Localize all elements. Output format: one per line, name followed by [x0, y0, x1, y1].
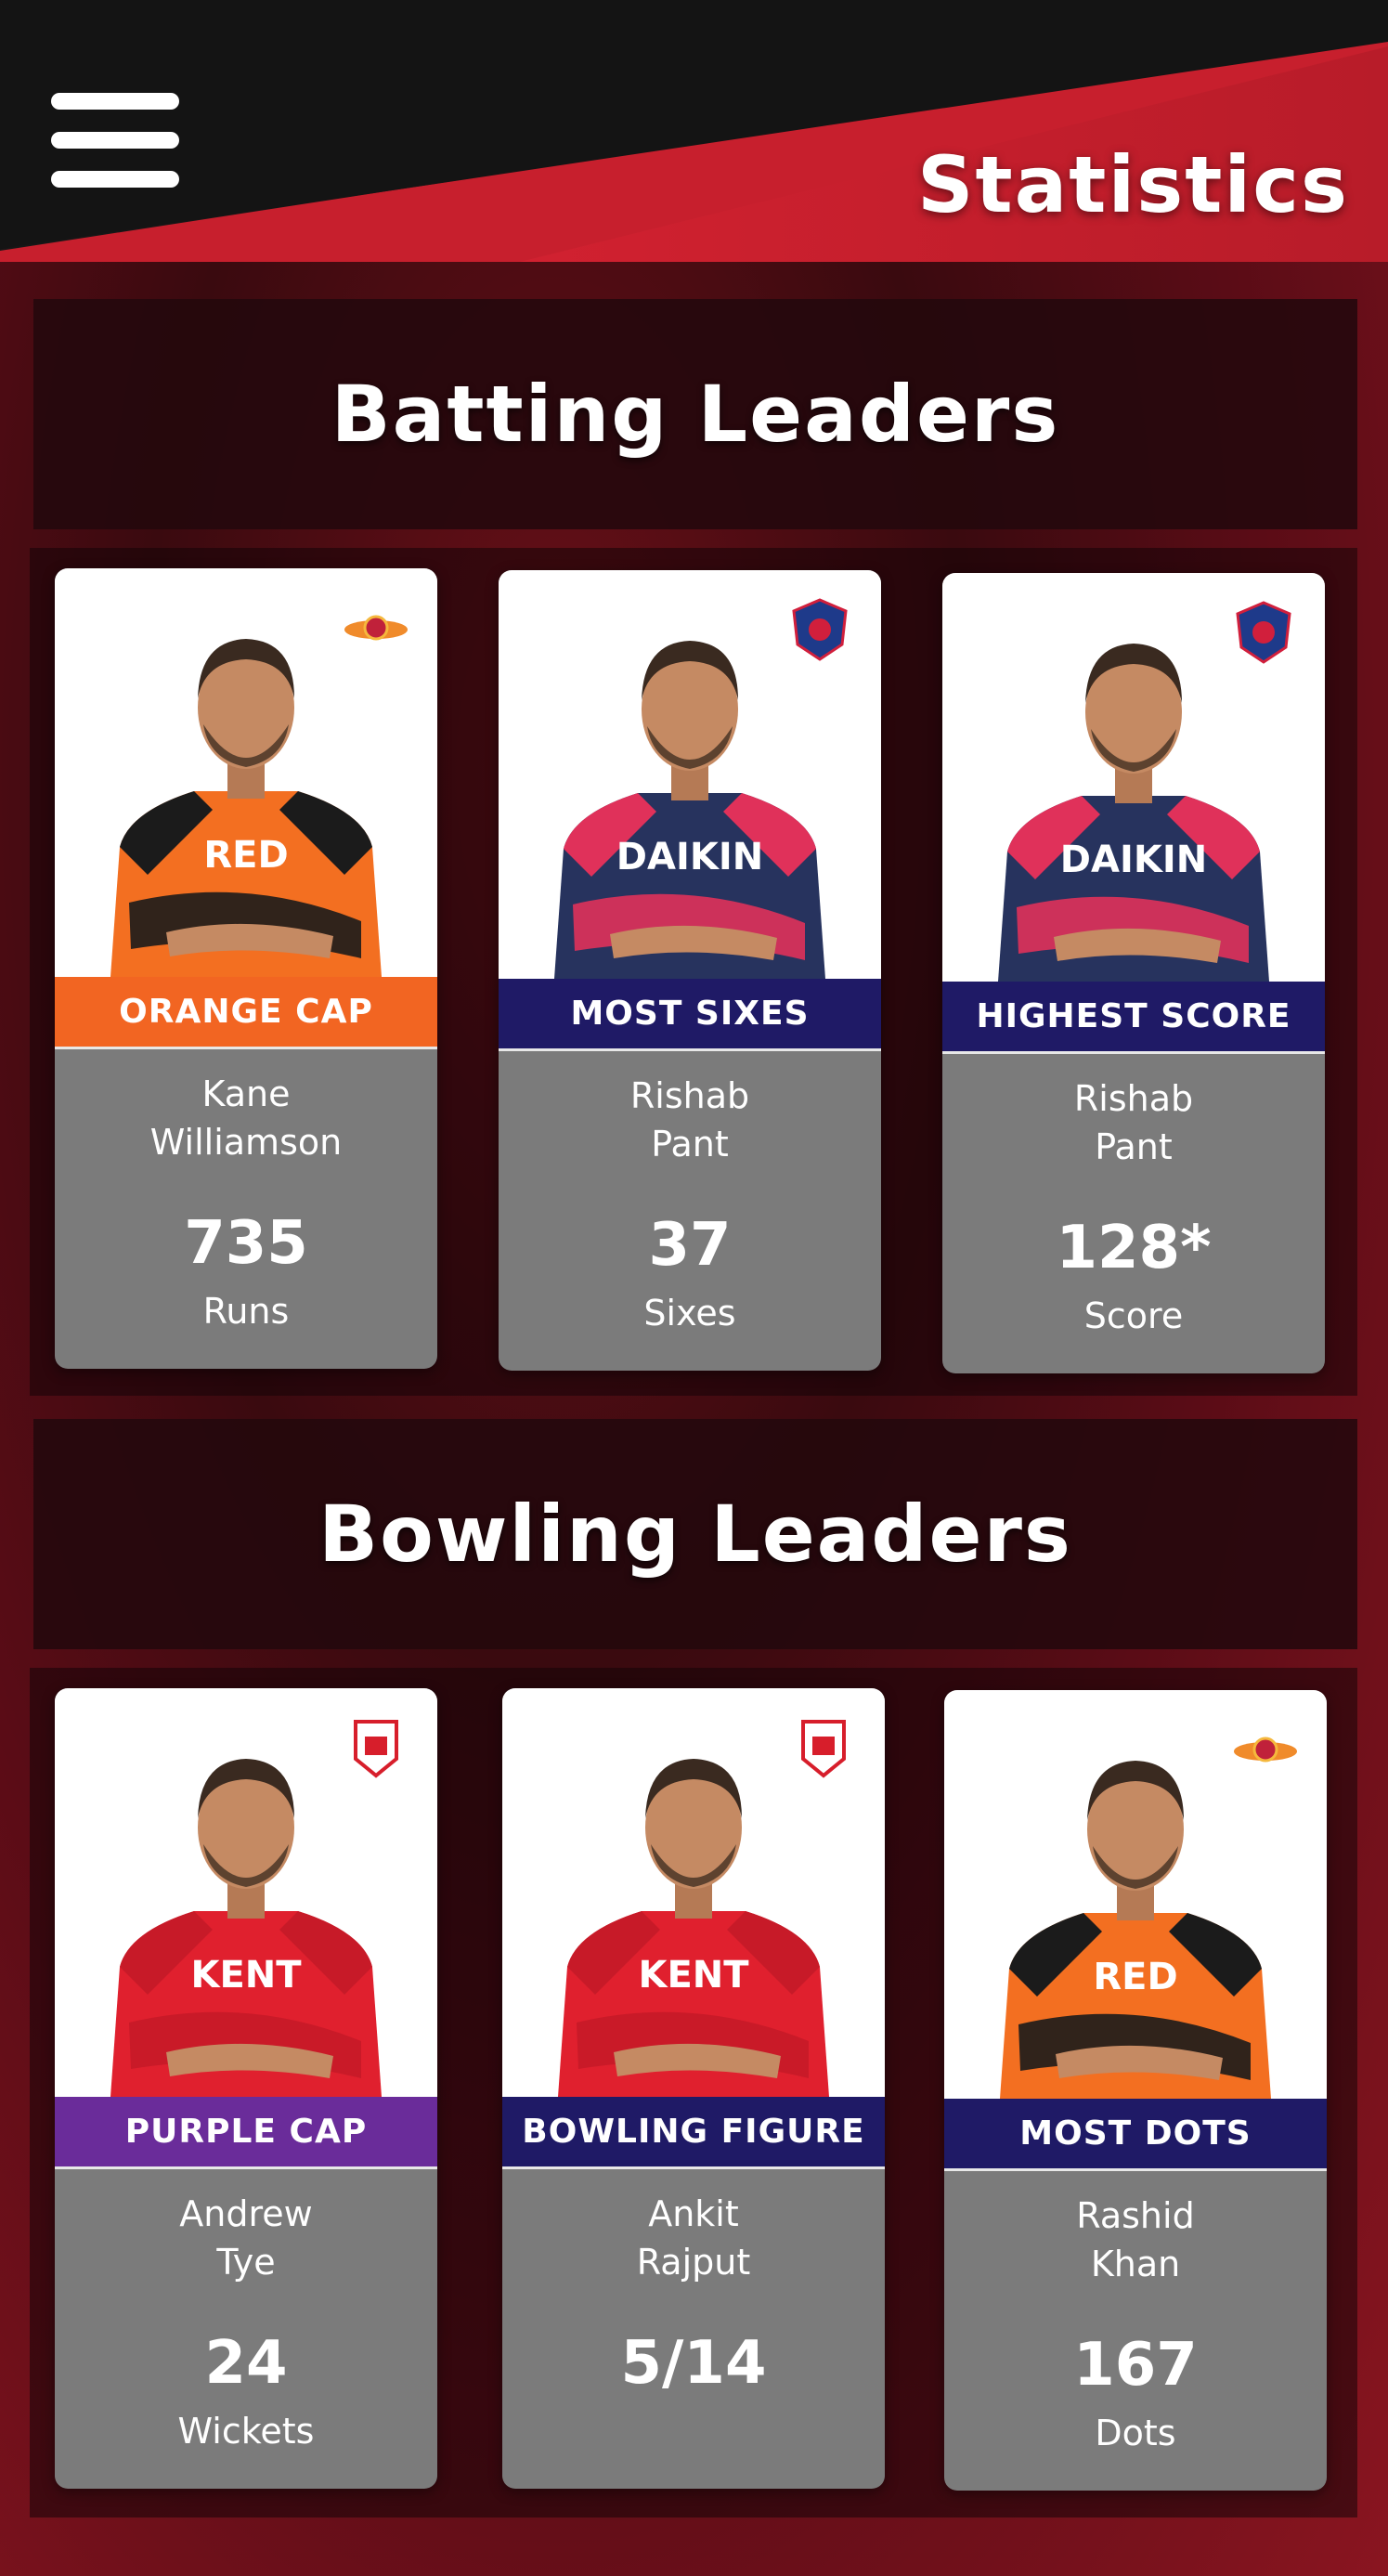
player-name: Rishab Pant	[1073, 1078, 1194, 1167]
player-photo-frame: KENT	[55, 1688, 437, 2097]
player-photo-frame: DAIKIN	[499, 570, 881, 979]
stat-value: 37	[648, 1211, 732, 1280]
stat-unit: Wickets	[177, 2411, 315, 2452]
jersey-sponsor-text: KENT	[638, 1954, 749, 1997]
player-photo-frame: RED	[55, 568, 437, 977]
leader-card[interactable]: RED MOST DOTS Rashid Khan 167 Dots	[944, 1690, 1327, 2491]
category-label: HIGHEST SCORE	[942, 982, 1325, 1054]
player-name: Rishab Pant	[629, 1075, 750, 1164]
page-title: Statistics	[916, 139, 1349, 230]
jersey-sponsor-text: RED	[1093, 1956, 1177, 1998]
sunrisers-logo-icon	[1234, 1737, 1297, 1763]
player-photo-frame: KENT	[502, 1688, 885, 2097]
stat-value: 128*	[1056, 1214, 1212, 1282]
bowling-leaders-heading: Bowling Leaders	[33, 1419, 1357, 1649]
stat-value: 24	[204, 2329, 288, 2398]
leader-card[interactable]: KENT PURPLE CAP Andrew Tye 24 Wickets	[55, 1688, 437, 2489]
sunrisers-logo-icon	[344, 615, 408, 641]
kings-xi-logo-icon	[354, 1720, 398, 1778]
jersey-sponsor-text: DAIKIN	[1060, 839, 1207, 881]
delhi-capitals-logo-icon	[1236, 601, 1291, 664]
jersey-sponsor-text: DAIKIN	[616, 836, 763, 878]
category-label: PURPLE CAP	[55, 2097, 437, 2169]
leader-card[interactable]: RED ORANGE CAP Kane Williamson 735 Runs	[55, 568, 437, 1369]
stat-value: 167	[1073, 2331, 1198, 2400]
leader-card[interactable]: DAIKIN HIGHEST SCORE Rishab Pant 128* Score	[942, 573, 1325, 1373]
category-label: MOST DOTS	[944, 2099, 1327, 2171]
stat-unit: Dots	[1095, 2413, 1176, 2453]
leader-card[interactable]: DAIKIN MOST SIXES Rishab Pant 37 Sixes	[499, 570, 881, 1371]
stat-value: 735	[184, 1209, 308, 1278]
category-label: MOST SIXES	[499, 979, 881, 1051]
stat-unit: Runs	[202, 1291, 290, 1332]
leader-card[interactable]: KENT BOWLING FIGURE Ankit Rajput 5/14	[502, 1688, 885, 2489]
category-label: BOWLING FIGURE	[502, 2097, 885, 2169]
stat-unit: Score	[1083, 1295, 1184, 1336]
jersey-sponsor-text: KENT	[190, 1954, 302, 1997]
player-photo-frame: DAIKIN	[942, 573, 1325, 982]
stat-unit: Sixes	[643, 1293, 736, 1334]
delhi-capitals-logo-icon	[792, 598, 848, 661]
jersey-sponsor-text: RED	[203, 834, 288, 877]
batting-leaders-heading: Batting Leaders	[33, 299, 1357, 529]
player-name: Andrew Tye	[179, 2193, 313, 2283]
player-name: Ankit Rajput	[636, 2193, 751, 2283]
player-photo-frame: RED	[944, 1690, 1327, 2099]
kings-xi-logo-icon	[801, 1720, 846, 1778]
category-label: ORANGE CAP	[55, 977, 437, 1049]
hamburger-menu-icon[interactable]	[51, 91, 179, 189]
player-name: Kane Williamson	[149, 1073, 343, 1163]
player-name: Rashid Khan	[1076, 2195, 1195, 2284]
stat-value: 5/14	[620, 2329, 767, 2398]
app-header: Statistics	[0, 0, 1388, 262]
